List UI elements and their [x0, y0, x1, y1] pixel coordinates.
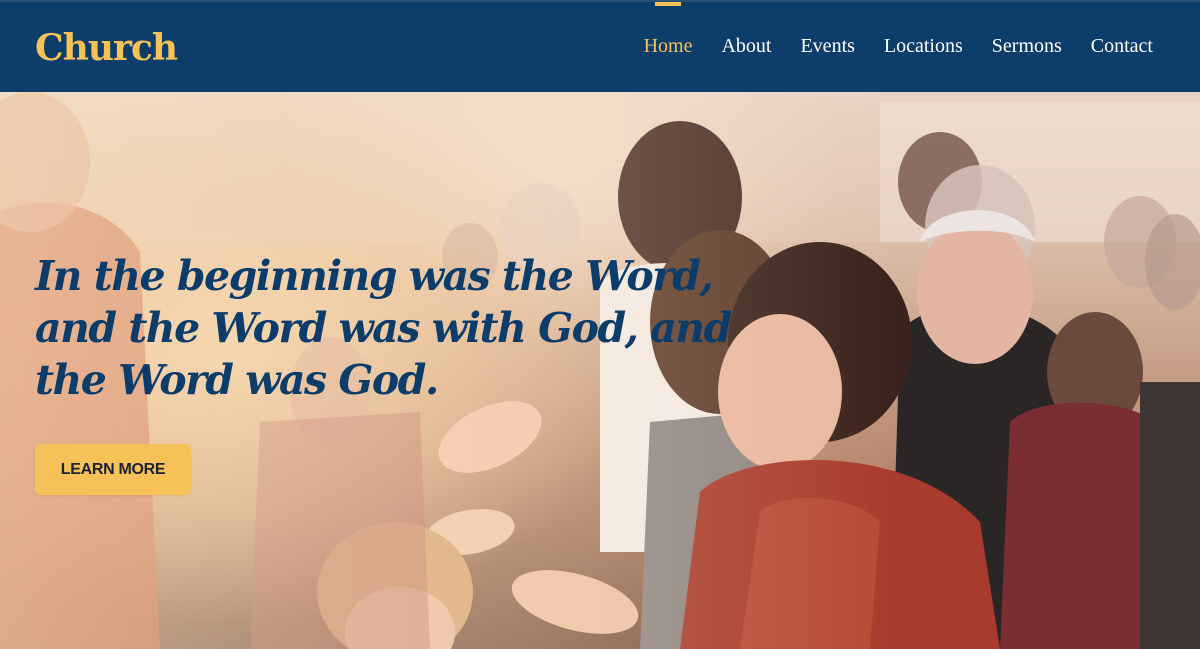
- hero-verse-heading: In the beginning was the Word, and the W…: [35, 252, 732, 404]
- site-logo[interactable]: Church: [35, 26, 178, 70]
- main-nav: Home About Events Locations Sermons Cont…: [643, 2, 1153, 60]
- nav-item-label: Locations: [883, 35, 963, 57]
- nav-item-label: Contact: [1090, 35, 1153, 57]
- nav-item-about[interactable]: About: [721, 32, 771, 60]
- nav-item-home[interactable]: Home: [643, 2, 693, 60]
- nav-item-label: Events: [800, 35, 855, 57]
- learn-more-button[interactable]: LEARN MORE: [35, 444, 191, 495]
- nav-item-sermons[interactable]: Sermons: [992, 32, 1062, 60]
- hero-section: In the beginning was the Word, and the W…: [0, 92, 1200, 649]
- active-indicator: [655, 2, 682, 6]
- nav-item-label: Sermons: [991, 35, 1062, 57]
- nav-item-locations[interactable]: Locations: [884, 32, 963, 60]
- nav-item-events[interactable]: Events: [800, 32, 854, 60]
- nav-item-contact[interactable]: Contact: [1091, 32, 1153, 60]
- nav-item-label: About: [721, 35, 772, 57]
- nav-item-label: Home: [643, 35, 693, 57]
- site-header: Church Home About Events Locations Sermo…: [0, 0, 1200, 92]
